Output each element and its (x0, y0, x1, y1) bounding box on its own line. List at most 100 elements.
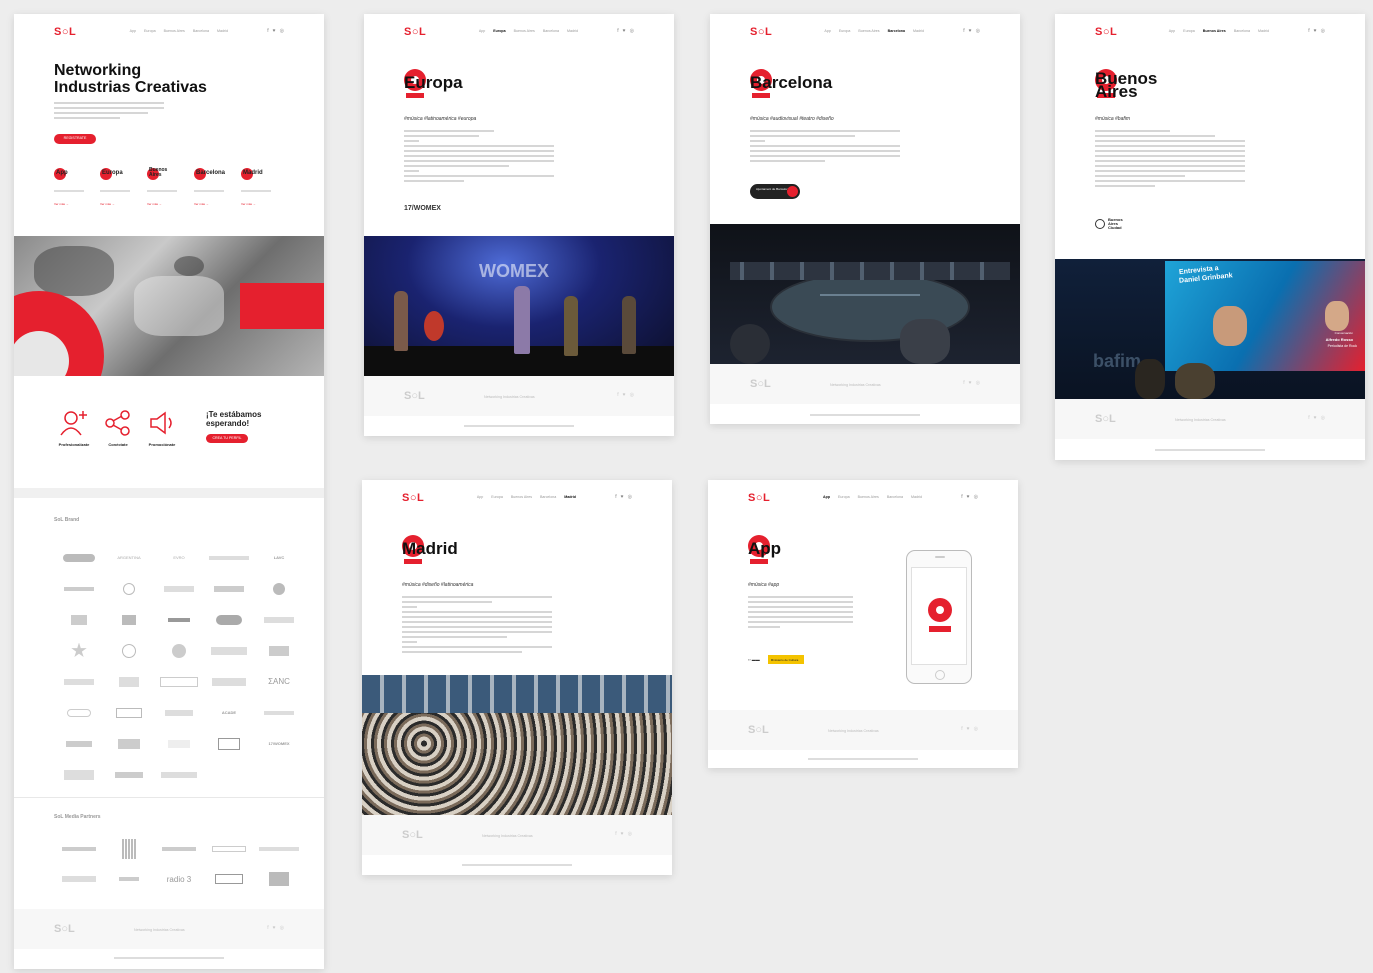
nav-item-europa[interactable]: Europa (839, 29, 851, 33)
feature-connect: Conéctate (98, 409, 138, 447)
instagram-icon[interactable]: ◎ (628, 494, 632, 500)
twitter-icon[interactable]: ♥ (621, 494, 624, 500)
nav-item-app[interactable]: App (479, 29, 485, 33)
barcelona-nav: S○L App Europa Buenos Aires Barcelona Ma… (710, 14, 1020, 50)
twitter-icon[interactable]: ♥ (1314, 28, 1317, 34)
facebook-icon[interactable]: f (961, 494, 962, 500)
twitter-icon[interactable]: ♥ (969, 380, 972, 386)
city-link[interactable]: Ver más → (194, 202, 209, 206)
instagram-icon[interactable]: ◎ (974, 726, 978, 732)
create-profile-button[interactable]: CREA TU PERFIL (206, 434, 248, 443)
city-item-app[interactable]: App Ver más → (54, 168, 98, 206)
nav-item-madrid[interactable]: Madrid (1258, 29, 1269, 33)
facebook-icon[interactable]: f (1308, 28, 1309, 34)
nav-item-madrid[interactable]: Madrid (911, 495, 922, 499)
facebook-icon[interactable]: f (1308, 415, 1309, 421)
nav-item-app[interactable]: App (823, 495, 830, 499)
nav-item-app[interactable]: App (130, 29, 136, 33)
twitter-icon[interactable]: ♥ (967, 726, 970, 732)
facebook-icon[interactable]: f (615, 494, 616, 500)
twitter-icon[interactable]: ♥ (623, 392, 626, 398)
nav-item-madrid[interactable]: Madrid (567, 29, 578, 33)
city-item-barcelona[interactable]: Barcelona Ver más → (194, 168, 238, 206)
logo[interactable]: S○L (748, 492, 770, 504)
footer-logo[interactable]: S○L (54, 923, 75, 935)
facebook-icon[interactable]: f (267, 28, 268, 34)
register-button[interactable]: REGISTRATE (54, 134, 96, 144)
nav-item-barcelona[interactable]: Barcelona (540, 495, 556, 499)
home-page-mockup: S○L App Europa Buenos Aires Barcelona Ma… (14, 14, 324, 969)
nav-item-europa[interactable]: Europa (491, 495, 503, 499)
instagram-icon[interactable]: ◎ (976, 28, 980, 34)
twitter-icon[interactable]: ♥ (1314, 415, 1317, 421)
nav-item-barcelona[interactable]: Barcelona (193, 29, 209, 33)
sponsor-logo (204, 728, 254, 759)
nav-item-buenos-aires[interactable]: Buenos Aires (1203, 29, 1226, 33)
twitter-icon[interactable]: ♥ (969, 28, 972, 34)
nav-item-europa[interactable]: Europa (1183, 29, 1195, 33)
twitter-icon[interactable]: ♥ (623, 28, 626, 34)
twitter-icon[interactable]: ♥ (273, 28, 276, 34)
city-item-europa[interactable]: Europa Ver más → (100, 168, 144, 206)
nav-item-buenos-aires[interactable]: Buenos Aires (514, 29, 535, 33)
instagram-icon[interactable]: ◎ (628, 831, 632, 837)
footer-logo[interactable]: S○L (404, 390, 425, 402)
twitter-icon[interactable]: ♥ (273, 925, 276, 931)
sponsor-logo: ΣANC (268, 677, 290, 686)
nav-item-barcelona[interactable]: Barcelona (887, 495, 903, 499)
nav-item-buenos-aires[interactable]: Buenos Aires (164, 29, 185, 33)
facebook-icon[interactable]: f (961, 726, 962, 732)
nav-item-barcelona[interactable]: Barcelona (888, 29, 905, 33)
instagram-icon[interactable]: ◎ (974, 494, 978, 500)
nav-item-buenos-aires[interactable]: Buenos Aires (511, 495, 532, 499)
twitter-icon[interactable]: ♥ (967, 494, 970, 500)
sponsor-logo: ACADE (221, 710, 237, 715)
twitter-icon[interactable]: ♥ (621, 831, 624, 837)
nav-item-europa[interactable]: Europa (838, 495, 850, 499)
instagram-icon[interactable]: ◎ (976, 380, 980, 386)
nav-item-europa[interactable]: Europa (144, 29, 156, 33)
facebook-icon[interactable]: f (963, 28, 964, 34)
logo[interactable]: S○L (404, 26, 426, 38)
footer-logo[interactable]: S○L (748, 724, 769, 736)
instagram-icon[interactable]: ◎ (280, 28, 284, 34)
instagram-icon[interactable]: ◎ (1321, 415, 1325, 421)
nav-item-barcelona[interactable]: Barcelona (1234, 29, 1250, 33)
nav-item-madrid[interactable]: Madrid (564, 495, 576, 499)
logo[interactable]: S○L (750, 26, 772, 38)
instagram-icon[interactable]: ◎ (1321, 28, 1325, 34)
nav-item-app[interactable]: App (477, 495, 483, 499)
logo[interactable]: S○L (1095, 26, 1117, 38)
copyright-line (1055, 449, 1365, 451)
nav-item-app[interactable]: App (1169, 29, 1175, 33)
city-link[interactable]: Ver más → (100, 202, 115, 206)
footer-logo[interactable]: S○L (1095, 413, 1116, 425)
logo[interactable]: S○L (402, 492, 424, 504)
facebook-icon[interactable]: f (617, 392, 618, 398)
instagram-icon[interactable]: ◎ (630, 28, 634, 34)
city-link[interactable]: Ver más → (147, 202, 162, 206)
screen-caption: Alfredo Rosso (1325, 337, 1353, 342)
facebook-icon[interactable]: f (267, 925, 268, 931)
nav-item-buenos-aires[interactable]: Buenos Aires (858, 495, 879, 499)
facebook-icon[interactable]: f (617, 28, 618, 34)
instagram-icon[interactable]: ◎ (630, 392, 634, 398)
facebook-icon[interactable]: f (963, 380, 964, 386)
nav-item-madrid[interactable]: Madrid (217, 29, 228, 33)
footer-logo[interactable]: S○L (750, 378, 771, 390)
sponsors-grid: ARGENTINA EVRO LAVC ΣANC ACADE 17/WOMEX (54, 542, 304, 790)
nav-item-madrid[interactable]: Madrid (913, 29, 924, 33)
city-link[interactable]: Ver más → (241, 202, 256, 206)
nav-item-buenos-aires[interactable]: Buenos Aires (858, 29, 879, 33)
nav-item-barcelona[interactable]: Barcelona (543, 29, 559, 33)
facebook-icon[interactable]: f (615, 831, 616, 837)
instagram-icon[interactable]: ◎ (280, 925, 284, 931)
nav-item-europa[interactable]: Europa (493, 29, 505, 33)
city-item-madrid[interactable]: Madrid Ver más → (241, 168, 285, 206)
city-link[interactable]: Ver más → (54, 202, 69, 206)
city-item-buenos-aires[interactable]: Buenos Aires Ver más → (147, 168, 191, 206)
nav-item-app[interactable]: App (824, 29, 830, 33)
footer-logo[interactable]: S○L (402, 829, 423, 841)
sponsor-logo (204, 573, 254, 604)
logo[interactable]: S○L (54, 26, 76, 38)
